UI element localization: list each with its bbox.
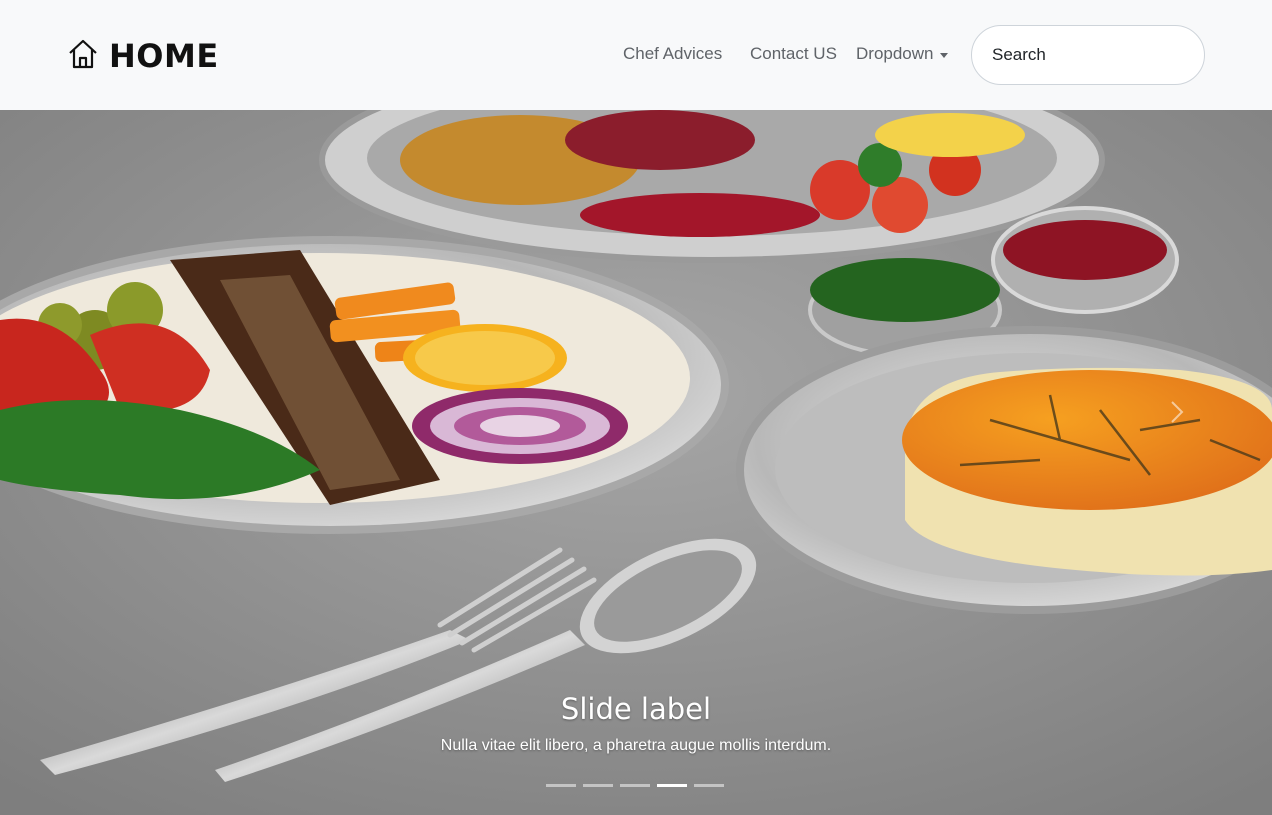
- carousel-prev-control[interactable]: [40, 390, 80, 430]
- carousel-next-control[interactable]: [1160, 390, 1200, 430]
- nav-dropdown-label: Dropdown: [856, 44, 934, 63]
- navbar: HOME Chef Advices Contact US Dropdown: [0, 0, 1272, 110]
- carousel-indicator-4[interactable]: [657, 784, 687, 787]
- caret-down-icon: [939, 52, 948, 58]
- brand-title: HOME: [109, 37, 219, 75]
- carousel-indicators: [546, 784, 724, 787]
- carousel: Slide label Nulla vitae elit libero, a p…: [0, 110, 1272, 815]
- carousel-indicator-2[interactable]: [583, 784, 613, 787]
- slide-label: Slide label: [560, 692, 712, 726]
- search-input[interactable]: [971, 25, 1205, 85]
- carousel-indicator-5[interactable]: [694, 784, 724, 787]
- nav-dropdown-toggle[interactable]: Dropdown: [856, 44, 948, 64]
- nav-link-contact-us[interactable]: Contact US: [750, 44, 837, 64]
- chevron-right-icon: [1171, 401, 1184, 423]
- slide-text: Nulla vitae elit libero, a pharetra augu…: [440, 737, 832, 754]
- brand-link[interactable]: HOME: [67, 37, 219, 75]
- house-icon: [67, 38, 99, 75]
- nav-link-chef-advices[interactable]: Chef Advices: [623, 44, 722, 64]
- carousel-indicator-1[interactable]: [546, 784, 576, 787]
- carousel-indicator-3[interactable]: [620, 784, 650, 787]
